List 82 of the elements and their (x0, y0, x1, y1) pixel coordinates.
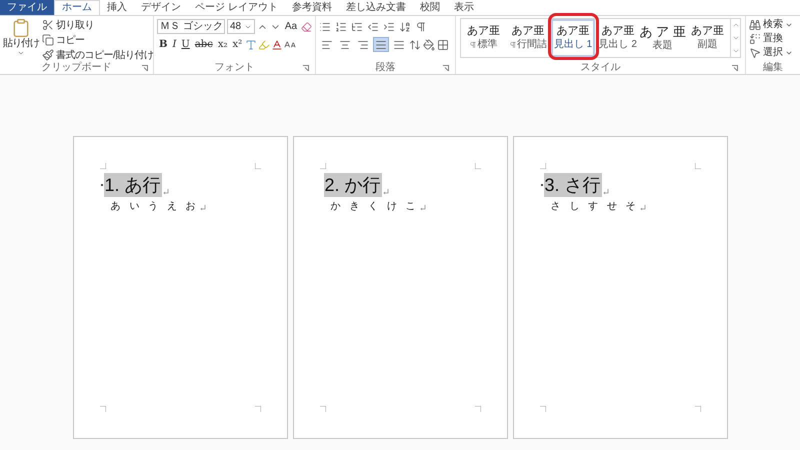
eraser-icon (301, 20, 312, 32)
change-case-button[interactable]: Aa (282, 19, 300, 34)
binoculars-icon (749, 18, 761, 30)
format-button[interactable]: abc (192, 37, 215, 52)
ribbon-tab[interactable]: デザイン (134, 0, 188, 15)
font-size-field[interactable]: 48 (227, 19, 255, 34)
dialog-launcher-icon[interactable] (732, 64, 738, 70)
gallery-scrollbar[interactable] (730, 19, 740, 57)
caret-icon (17, 49, 25, 57)
paragraph-style-icon (509, 41, 518, 49)
align-button[interactable] (373, 37, 389, 52)
editing-command[interactable]: 選択 (749, 46, 797, 59)
heading-text: 1. あ行 (104, 173, 162, 197)
style-item[interactable]: あ ア 亜 表題 (640, 19, 686, 57)
clipboard-command[interactable]: コピー (42, 33, 154, 47)
highlighter-icon (258, 38, 270, 50)
ribbon-tab[interactable]: 参考資料 (284, 0, 339, 15)
indent-increase-icon (383, 20, 395, 32)
body-text: あ い う え お (110, 201, 199, 213)
ribbon-tab[interactable]: ホーム (54, 0, 100, 15)
shading-icon (284, 38, 296, 50)
text-effect-icon (245, 38, 258, 50)
paragraph-mark-icon (382, 189, 389, 195)
paragraph-mark-icon (162, 189, 169, 195)
clipboard-command[interactable]: 切り取り (42, 18, 154, 32)
clipboard-command[interactable]: 書式のコピー/貼り付け (42, 48, 154, 62)
style-item[interactable]: あア亜 見出し 1 (550, 19, 596, 57)
format-button[interactable]: x² (230, 37, 244, 52)
font-name-field[interactable]: ＭＳ ゴシック (157, 19, 225, 34)
paragraph-style-icon (469, 41, 478, 49)
font-color-icon (271, 38, 284, 50)
style-item[interactable]: あア亜 標準 (461, 19, 506, 57)
heading-text: 2. か行 (324, 173, 382, 197)
dialog-launcher-icon[interactable] (443, 64, 449, 70)
indent-decrease-icon (367, 20, 379, 32)
format-button[interactable]: B (157, 37, 170, 52)
paragraph-mark-icon (420, 205, 426, 211)
body-text: さ し す せ そ (550, 201, 639, 213)
dialog-launcher-icon[interactable] (303, 64, 309, 70)
paragraph-mark-icon (640, 205, 646, 211)
margin-corner-mark (694, 163, 700, 169)
ribbon-tab[interactable]: 挿入 (100, 0, 134, 15)
sort-icon (399, 20, 411, 32)
numbered-list-icon (335, 20, 347, 32)
format-button[interactable]: I (170, 37, 178, 52)
editing-command[interactable]: 置換 (749, 32, 797, 45)
group-label: フォント (214, 62, 254, 72)
margin-corner-mark (254, 163, 260, 169)
ribbon-tab[interactable]: 校閲 (412, 0, 447, 15)
paragraph-mark-icon (200, 205, 206, 211)
group-label: 段落 (376, 62, 396, 72)
replace-icon (749, 32, 761, 44)
body-text: か き く け こ (330, 201, 419, 213)
style-item[interactable]: あア亜 見出し 2 (595, 19, 640, 57)
highlight-annotation (548, 13, 599, 60)
multilevel-list-icon (351, 20, 363, 32)
paragraph-mark-icon (602, 189, 609, 195)
scissors-icon (42, 19, 54, 31)
pilcrow-icon (415, 20, 427, 32)
style-item[interactable]: あア亜 副題 (685, 19, 730, 57)
editing-command[interactable]: 検索 (749, 18, 797, 31)
ribbon-tab[interactable]: 表示 (446, 0, 481, 15)
style-item[interactable]: あア亜 行間詰 (506, 19, 551, 57)
group-label: スタイル (580, 62, 620, 72)
paste-button[interactable]: 貼り付け (2, 18, 40, 62)
group-label: クリップボード (42, 63, 112, 73)
ribbon-tab[interactable]: ファイル (0, 0, 54, 15)
group-label: 編集 (763, 62, 783, 72)
heading-text: 3. さ行 (544, 173, 602, 197)
ribbon-tab[interactable]: ページ レイアウト (188, 0, 285, 15)
paint-bucket-icon (423, 38, 435, 50)
pointer-icon (749, 46, 761, 58)
margin-corner-mark (474, 163, 480, 169)
dialog-launcher-icon[interactable] (142, 65, 148, 71)
paintbrush-icon (42, 49, 54, 61)
copy-icon (42, 34, 54, 46)
clipboard-icon (11, 18, 31, 38)
format-button[interactable]: U (179, 37, 192, 52)
format-button[interactable]: x₂ (216, 37, 230, 52)
borders-icon (437, 38, 449, 50)
line-spacing-icon (409, 38, 421, 50)
ribbon-tab[interactable]: 差し込み文書 (338, 0, 413, 15)
